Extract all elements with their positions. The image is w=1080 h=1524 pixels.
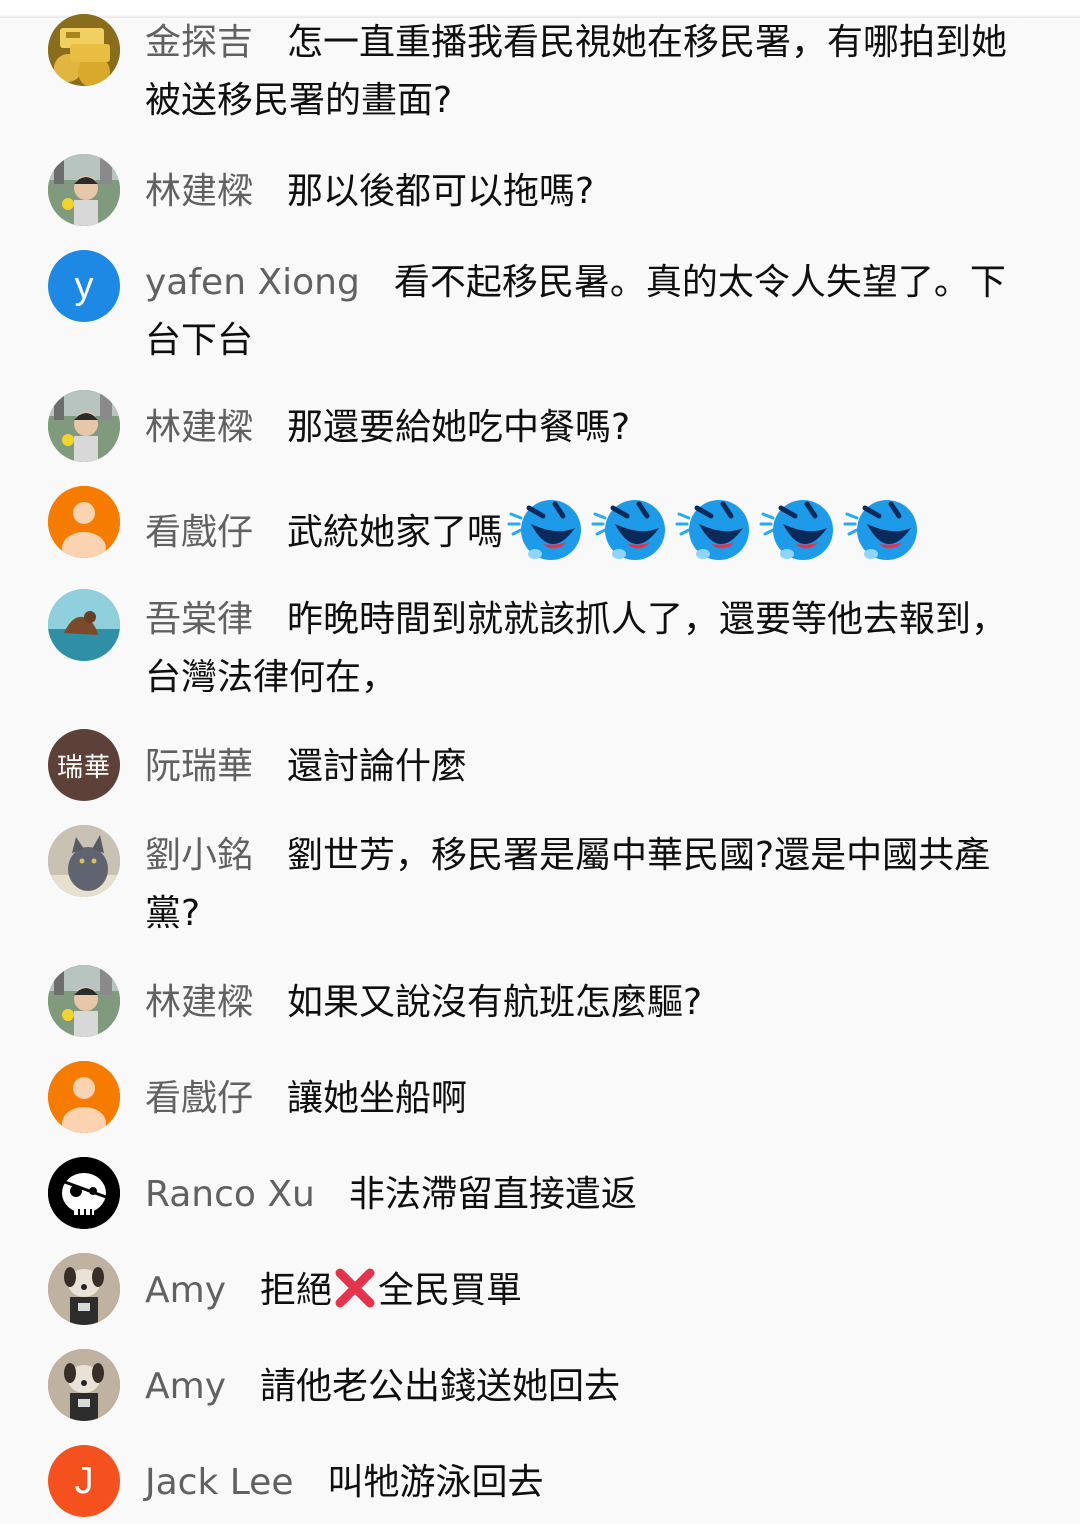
default-person-icon <box>48 486 120 558</box>
comment-body: 還討論什麼 <box>287 746 468 787</box>
avatar[interactable]: 瑞華 <box>48 729 120 801</box>
gold-bars-icon <box>48 14 120 86</box>
emoji-group <box>507 492 921 564</box>
comment-author[interactable]: 看戲仔 <box>145 512 253 553</box>
comment-author[interactable]: 吾棠律 <box>145 599 253 640</box>
default-person-icon <box>48 1061 120 1133</box>
sea-lion-photo-icon <box>48 589 120 661</box>
child-photo-icon <box>48 390 120 462</box>
avatar[interactable] <box>48 1349 120 1421</box>
plush-toy-photo-icon <box>48 1349 120 1421</box>
laughing-face-emoji-icon <box>675 500 750 560</box>
comment-author[interactable]: 林建樑 <box>145 407 253 448</box>
comment-author[interactable]: Ranco Xu <box>145 1174 315 1215</box>
comment-body: 武統她家了嗎 <box>287 512 504 553</box>
avatar[interactable]: y <box>48 250 120 322</box>
avatar[interactable] <box>48 14 120 86</box>
live-chat-list: 金探吉 怎一直重播我看民視她在移民署，有哪拍到她被送移民署的畫面? 林建樑 那以後都… <box>0 0 1080 1524</box>
child-photo-icon <box>48 965 120 1037</box>
avatar[interactable] <box>48 486 120 558</box>
message-text: yafen Xiong 看不起移民暑。真的太令人失望了。下台下台 <box>145 254 1030 370</box>
message-text: Amy 請他老公出錢送她回去 <box>145 1358 1030 1416</box>
laughing-face-emoji-icon <box>843 500 918 560</box>
avatar[interactable] <box>48 1253 120 1325</box>
comment-body: 那還要給她吃中餐嗎? <box>287 407 631 448</box>
avatar[interactable] <box>48 825 120 897</box>
avatar[interactable] <box>48 1061 120 1133</box>
comment-author[interactable]: 看戲仔 <box>145 1078 253 1119</box>
avatar-letter: y <box>74 264 94 307</box>
comment-author[interactable]: 劉小銘 <box>145 835 253 876</box>
avatar[interactable] <box>48 1157 120 1229</box>
avatar[interactable] <box>48 589 120 661</box>
comment-body: 請他老公出錢送她回去 <box>260 1366 621 1407</box>
message-text: 金探吉 怎一直重播我看民視她在移民署，有哪拍到她被送移民署的畫面? <box>145 14 1030 130</box>
message-text: Jack Lee 叫牠游泳回去 <box>145 1454 1030 1512</box>
comment-body: 讓她坐船啊 <box>287 1078 468 1119</box>
message-text: 看戲仔 讓她坐船啊 <box>145 1070 1030 1128</box>
laughing-face-emoji-icon <box>591 500 666 560</box>
cross-mark-icon <box>335 1268 375 1308</box>
message-text: 看戲仔 武統她家了嗎 <box>145 498 1030 570</box>
plush-toy-photo-icon <box>48 1253 120 1325</box>
comment-author[interactable]: 阮瑞華 <box>145 746 253 787</box>
message-text: 劉小銘 劉世芳，移民署是屬中華民國?還是中國共產黨? <box>145 827 1030 943</box>
comment-author[interactable]: 金探吉 <box>145 22 253 63</box>
cat-photo-icon <box>48 825 120 897</box>
message-text: 吾棠律 昨晚時間到就就該抓人了，還要等他去報到，台灣法律何在， <box>145 591 1030 707</box>
message-text: Amy 拒絕 全民買單 <box>145 1262 1030 1320</box>
comment-body: 劉世芳，移民署是屬中華民國?還是中國共產黨? <box>145 835 991 934</box>
comment-author[interactable]: Jack Lee <box>145 1462 293 1503</box>
message-text: 阮瑞華 還討論什麼 <box>145 738 1030 796</box>
pirate-skull-icon <box>48 1157 120 1229</box>
comment-author[interactable]: Amy <box>145 1270 226 1311</box>
comment-body-after: 全民買單 <box>378 1270 523 1311</box>
laughing-face-emoji-icon <box>507 500 582 560</box>
comment-author[interactable]: yafen Xiong <box>145 262 360 303</box>
comment-body: 那以後都可以拖嗎? <box>287 171 595 212</box>
comment-body-before: 拒絕 <box>260 1270 333 1311</box>
comment-author[interactable]: 林建樑 <box>145 982 253 1023</box>
comment-body: 叫牠游泳回去 <box>327 1462 544 1503</box>
avatar[interactable] <box>48 154 120 226</box>
comment-body: 昨晚時間到就就該抓人了，還要等他去報到，台灣法律何在， <box>145 599 1008 698</box>
avatar-text: 瑞華 <box>56 752 111 783</box>
comment-author[interactable]: Amy <box>145 1366 226 1407</box>
avatar[interactable] <box>48 390 120 462</box>
avatar[interactable] <box>48 965 120 1037</box>
message-text: 林建樑 那以後都可以拖嗎? <box>145 163 1030 221</box>
comment-body: 如果又說沒有航班怎麼驅? <box>287 982 703 1023</box>
avatar-letter: J <box>74 1459 94 1502</box>
comment-author[interactable]: 林建樑 <box>145 171 253 212</box>
comment-body: 非法滯留直接遣返 <box>348 1174 637 1215</box>
comment-body: 怎一直重播我看民視她在移民署，有哪拍到她被送移民署的畫面? <box>145 22 1008 121</box>
message-text: 林建樑 那還要給她吃中餐嗎? <box>145 399 1030 457</box>
avatar[interactable]: J <box>48 1445 120 1517</box>
message-text: Ranco Xu 非法滯留直接遣返 <box>145 1166 1030 1224</box>
laughing-face-emoji-icon <box>759 500 834 560</box>
message-text: 林建樑 如果又說沒有航班怎麼驅? <box>145 974 1030 1032</box>
child-photo-icon <box>48 154 120 226</box>
